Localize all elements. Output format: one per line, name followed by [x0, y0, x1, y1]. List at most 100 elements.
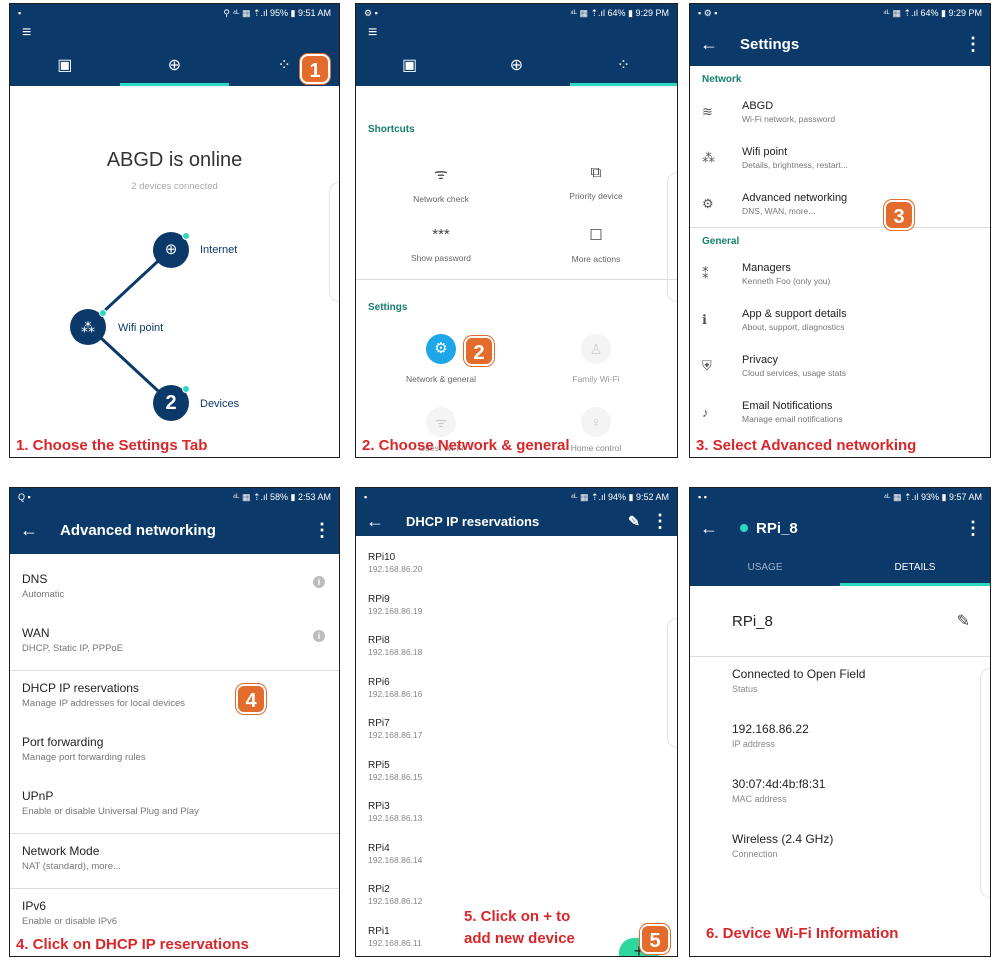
- family-icon: ♙: [581, 334, 611, 364]
- edit-pencil-icon[interactable]: ✎: [617, 513, 651, 530]
- device-name: RPi_8: [732, 612, 773, 630]
- online-title: ABGD is online: [106, 149, 243, 171]
- detail-label: IP address: [732, 739, 775, 749]
- back-arrow-icon[interactable]: ←: [20, 520, 60, 541]
- item-subtitle: Details, brightness, restart...: [742, 160, 848, 170]
- shortcuts-heading: Shortcuts: [368, 124, 415, 135]
- row-subtitle: NAT (standard), more...: [22, 861, 121, 872]
- step-badge-1: 1: [300, 54, 330, 84]
- back-arrow-icon[interactable]: ←: [700, 34, 740, 55]
- row-ipv6[interactable]: IPv6 Enable or disable IPv6: [10, 889, 339, 943]
- settings-item-abgd[interactable]: ≋ ABGD Wi-Fi network, password: [690, 89, 990, 135]
- detail-label: Status: [732, 684, 758, 694]
- device-ip: 192.168.86.13: [368, 813, 423, 823]
- caption-5-line-1: 5. Click on + to: [464, 908, 571, 925]
- back-arrow-icon[interactable]: ←: [366, 511, 406, 532]
- row-dhcp-ip-reservations[interactable]: DHCP IP reservations Manage IP addresses …: [10, 671, 339, 725]
- wifi-point-status-dot: [99, 309, 107, 317]
- settings-item-app-support[interactable]: ℹ App & support details About, support, di…: [690, 297, 990, 343]
- show-password-shortcut[interactable]: *** Show password: [366, 226, 516, 263]
- caption-2: 2. Choose Network & general: [362, 437, 570, 454]
- device-ip: 192.168.86.17: [368, 730, 423, 740]
- device-name: RPi6: [368, 676, 390, 688]
- list-item[interactable]: RPi6 192.168.86.16: [356, 673, 677, 715]
- caption-5-line-2: add new device: [464, 930, 575, 947]
- settings-item-advanced-networking[interactable]: ⚙ Advanced networking DNS, WAN, more...: [690, 181, 990, 227]
- row-subtitle: DHCP, Static IP, PPPoE: [22, 643, 124, 654]
- list-item[interactable]: RPi5 192.168.86.15: [356, 756, 677, 798]
- hamburger-icon[interactable]: ≡: [22, 24, 31, 41]
- tab-shortcuts[interactable]: ▣: [356, 46, 463, 86]
- priority-device-icon: ⧉: [590, 164, 602, 181]
- device-name: RPi9: [368, 593, 390, 605]
- item-subtitle: Wi-Fi network, password: [742, 114, 836, 124]
- caption-3: 3. Select Advanced networking: [696, 437, 917, 454]
- detail-ip-address: 192.168.86.22 IP address: [690, 712, 990, 767]
- list-item[interactable]: RPi7 192.168.86.17: [356, 714, 677, 756]
- item-title: Managers: [742, 262, 791, 274]
- row-port-forwarding[interactable]: Port forwarding Manage port forwarding ru…: [10, 725, 339, 779]
- item-title: Advanced networking: [742, 192, 848, 204]
- app-bar: ← DHCP IP reservations ✎ ⋮: [356, 506, 677, 536]
- row-wan[interactable]: WAN DHCP, Static IP, PPPoE i: [10, 616, 339, 670]
- overflow-menu-icon[interactable]: ⋮: [313, 520, 331, 541]
- menu-bar: ≡: [10, 22, 339, 46]
- tab-details[interactable]: DETAILS: [840, 550, 990, 586]
- menu-bar: ≡: [356, 22, 677, 46]
- more-actions-label: More actions: [571, 254, 621, 264]
- tab-network[interactable]: ⊕: [119, 46, 230, 86]
- overflow-menu-icon[interactable]: ⋮: [651, 511, 669, 532]
- list-item[interactable]: RPi4 192.168.86.14: [356, 839, 677, 881]
- tab-shortcuts[interactable]: ▣: [10, 46, 120, 86]
- hamburger-icon[interactable]: ≡: [368, 24, 377, 41]
- row-upnp[interactable]: UPnP Enable or disable Universal Plug and…: [10, 779, 339, 833]
- list-item[interactable]: RPi3 192.168.86.13: [356, 797, 677, 839]
- scroll-handle: [980, 668, 990, 898]
- family-wifi-button[interactable]: ♙ Family Wi-Fi: [521, 334, 671, 384]
- app-bar: ← Settings ⋮: [690, 22, 990, 66]
- network-check-shortcut[interactable]: ᯤ Network check: [366, 164, 516, 204]
- overflow-menu-icon[interactable]: ⋮: [964, 518, 982, 539]
- back-arrow-icon[interactable]: ←: [700, 518, 740, 539]
- detail-connection: Wireless (2.4 GHz) Connection: [690, 822, 990, 877]
- status-bar: ▪ ⚙ ▪ ⁴ᴸ ▦ ⇡.ıl 64% ▮ 9:29 PM: [690, 4, 990, 22]
- row-subtitle: Enable or disable IPv6: [22, 916, 118, 927]
- row-title: DHCP IP reservations: [22, 681, 139, 695]
- tab-bar: ▣ ⊕ ⁘: [10, 46, 339, 86]
- caption-6: 6. Device Wi-Fi Information: [706, 925, 899, 942]
- people-icon: ⁑: [702, 266, 709, 281]
- settings-item-privacy[interactable]: ⛨ Privacy Cloud services, usage stats: [690, 343, 990, 389]
- status-right: ⁴ᴸ ▦ ⇡.ıl 64% ▮ 9:29 PM: [569, 7, 669, 18]
- edit-pencil-icon[interactable]: ✎: [957, 611, 970, 631]
- info-icon[interactable]: i: [313, 576, 325, 588]
- row-dns[interactable]: DNS Automatic i: [10, 562, 339, 616]
- list-item[interactable]: RPi10 192.168.86.20: [356, 548, 677, 590]
- devices-status-dot: [182, 385, 190, 393]
- devices-connected: 2 devices connected: [131, 181, 218, 192]
- list-item[interactable]: RPi8 192.168.86.18: [356, 631, 677, 673]
- priority-device-shortcut[interactable]: ⧉ Priority device: [521, 164, 671, 201]
- item-title: Email Notifications: [742, 400, 833, 412]
- devices-label: Devices: [200, 398, 240, 410]
- item-title: ABGD: [742, 100, 774, 112]
- more-actions-shortcut[interactable]: ☐ More actions: [521, 226, 671, 264]
- list-item[interactable]: RPi9 192.168.86.19: [356, 590, 677, 632]
- tab-network[interactable]: ⊕: [463, 46, 570, 86]
- row-network-mode[interactable]: Network Mode NAT (standard), more...: [10, 834, 339, 888]
- page-title: Settings: [740, 35, 800, 53]
- app-bar: ← RPi_8 ⋮: [690, 506, 990, 550]
- tab-usage[interactable]: USAGE: [690, 550, 840, 586]
- settings-item-managers[interactable]: ⁑ Managers Kenneth Foo (only you): [690, 251, 990, 297]
- info-icon[interactable]: i: [313, 630, 325, 642]
- settings-item-wifi-point[interactable]: ⁂ Wifi point Details, brightness, restart.…: [690, 135, 990, 181]
- overflow-menu-icon[interactable]: ⋮: [964, 34, 982, 55]
- panel-1-home: ▪ ⚲ ⁴ᴸ ▦ ⇡.ıl 95% ▮ 9:51 AM ≡ ▣ ⊕ ⁘ 1 ABG…: [9, 3, 340, 458]
- settings-item-email-notifications[interactable]: ♪ Email Notifications Manage email notific…: [690, 389, 990, 435]
- detail-value: 30:07:4d:4b:f8:31: [732, 777, 826, 791]
- device-ip: 192.168.86.12: [368, 896, 423, 906]
- row-title: UPnP: [22, 789, 54, 803]
- tab-settings[interactable]: ⁘: [570, 46, 677, 86]
- device-name: RPi4: [368, 842, 390, 854]
- network-check-label: Network check: [413, 194, 469, 204]
